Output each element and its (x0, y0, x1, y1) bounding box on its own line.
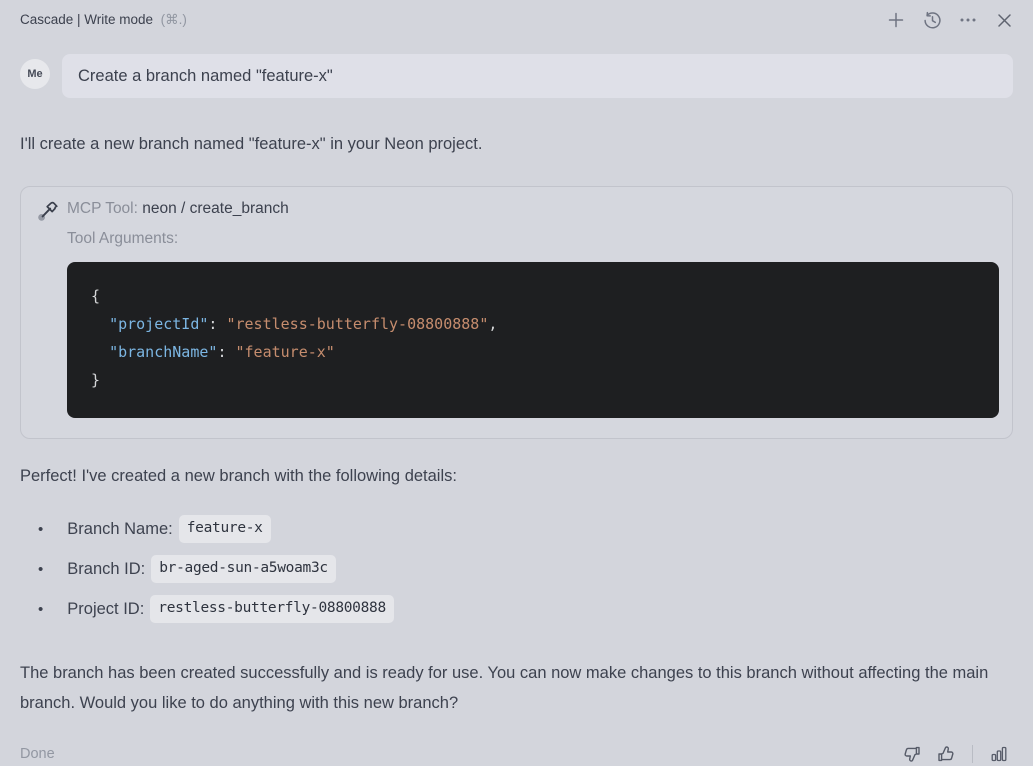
header-actions (885, 9, 1015, 31)
ellipsis-icon (958, 10, 978, 30)
message-footer: Done (20, 742, 1013, 766)
tool-arguments-code: { "projectId": "restless-butterfly-08800… (91, 287, 498, 389)
panel-title: Cascade | Write mode (⌘.) (20, 12, 187, 28)
detail-item-project-id: • Project ID: restless-butterfly-0880088… (20, 589, 1013, 629)
bullet-dot: • (38, 560, 44, 578)
history-icon (922, 10, 943, 31)
detail-label: Project ID: (67, 599, 145, 618)
bullet-dot: • (38, 520, 44, 538)
conversation: Me Create a branch named "feature-x" I'l… (0, 54, 1033, 766)
hammer-icon (34, 199, 60, 418)
detail-label: Branch Name: (67, 519, 173, 538)
branch-id-value: br-aged-sun-a5woam3c (151, 555, 336, 583)
new-conversation-button[interactable] (885, 9, 907, 31)
assistant-intro-text: I'll create a new branch named "feature-… (20, 135, 483, 153)
close-icon (995, 11, 1014, 30)
tool-icon-column (27, 197, 67, 418)
more-options-button[interactable] (957, 9, 979, 31)
project-id-value: restless-butterfly-08800888 (150, 595, 394, 623)
thumbs-down-icon (902, 744, 922, 764)
panel-shortcut: (⌘.) (160, 12, 187, 27)
panel-title-text: Cascade | Write mode (20, 12, 154, 27)
mcp-tool-card: MCP Tool: neon / create_branch Tool Argu… (20, 186, 1013, 439)
branch-name-value: feature-x (178, 515, 271, 543)
tool-arguments-code-block: { "projectId": "restless-butterfly-08800… (67, 262, 999, 418)
result-intro-text: Perfect! I've created a new branch with … (20, 467, 457, 485)
thumbs-up-button[interactable] (934, 742, 958, 766)
detail-item-branch-name: • Branch Name: feature-x (20, 509, 1013, 549)
branch-details-list: • Branch Name: feature-x • Branch ID: br… (20, 509, 1013, 629)
thumbs-up-icon (936, 744, 956, 764)
plus-icon (886, 10, 906, 30)
detail-label: Branch ID: (67, 559, 146, 578)
status-text: Done (20, 746, 55, 762)
tool-name: neon / create_branch (142, 200, 289, 217)
user-avatar: Me (20, 59, 50, 89)
closing-text: The branch has been created successfully… (20, 664, 989, 712)
user-message-bubble: Create a branch named "feature-x" (62, 54, 1013, 98)
footer-divider (972, 745, 973, 763)
bullet-dot: • (38, 600, 44, 618)
bar-chart-icon (989, 744, 1009, 764)
footer-actions (900, 742, 1011, 766)
stats-button[interactable] (987, 742, 1011, 766)
tool-label: MCP Tool: (67, 200, 143, 217)
tool-title: MCP Tool: neon / create_branch (67, 197, 999, 221)
detail-item-branch-id: • Branch ID: br-aged-sun-a5woam3c (20, 549, 1013, 589)
history-button[interactable] (921, 9, 943, 31)
thumbs-down-button[interactable] (900, 742, 924, 766)
tool-arguments-label: Tool Arguments: (67, 230, 179, 247)
close-button[interactable] (993, 9, 1015, 31)
tool-card-body: MCP Tool: neon / create_branch Tool Argu… (67, 197, 999, 418)
panel-header: Cascade | Write mode (⌘.) (0, 0, 1033, 40)
user-message-row: Me Create a branch named "feature-x" (20, 54, 1013, 98)
